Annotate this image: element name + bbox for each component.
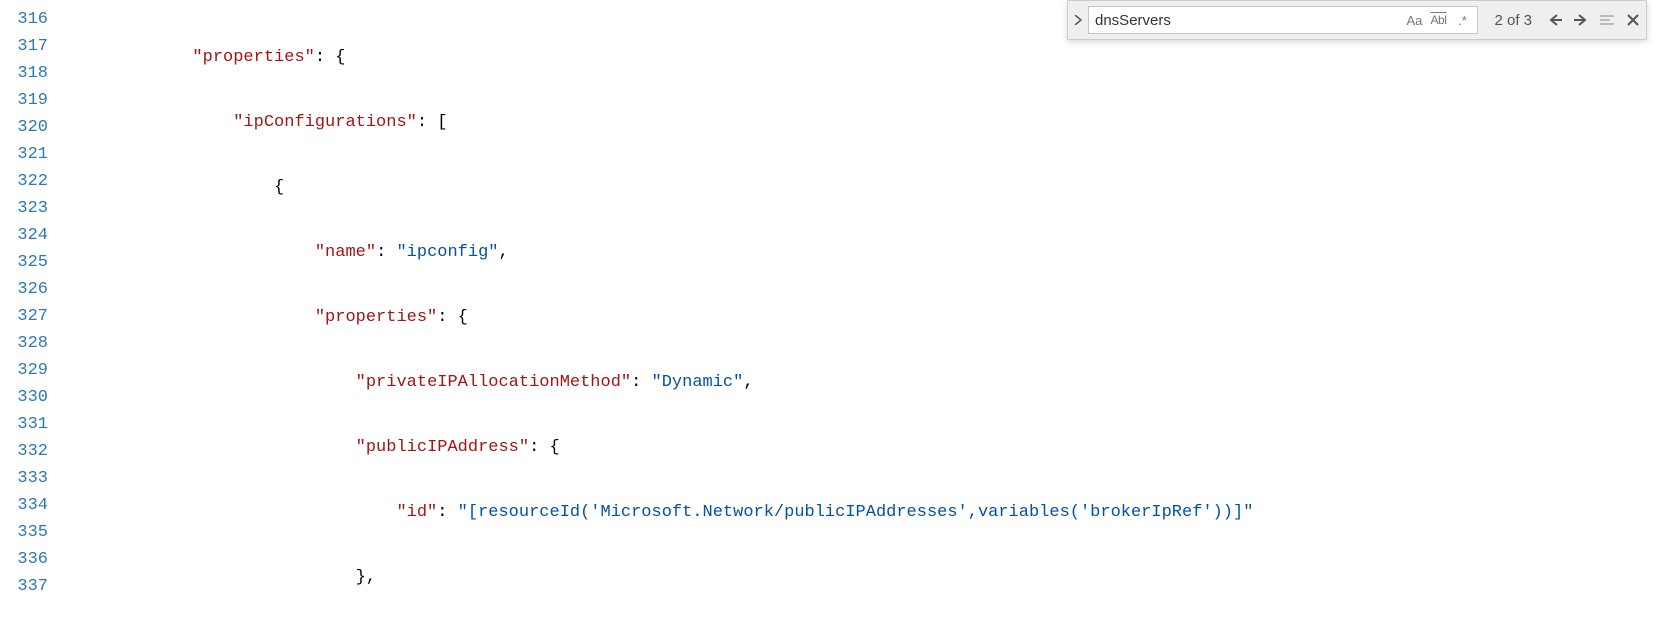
match-case-toggle[interactable]: Aa (1403, 9, 1425, 31)
previous-match-button[interactable] (1542, 7, 1568, 33)
code-line: { (70, 174, 1661, 201)
line-number: 320 (0, 114, 48, 141)
whole-word-toggle[interactable]: Abl (1427, 9, 1449, 31)
line-number: 331 (0, 411, 48, 438)
find-widget: Aa Abl .* 2 of 3 (1067, 0, 1647, 40)
code-line: "name": "ipconfig", (70, 239, 1661, 266)
code-line: "properties": { (70, 44, 1661, 71)
line-number: 335 (0, 519, 48, 546)
code-line: "publicIPAddress": { (70, 434, 1661, 461)
next-match-button[interactable] (1568, 7, 1594, 33)
json-key: "name" (315, 243, 376, 262)
json-key: "id" (396, 503, 437, 522)
line-number: 329 (0, 357, 48, 384)
chevron-right-icon (1073, 15, 1083, 25)
code-line: "id": "[resourceId('Microsoft.Network/pu… (70, 499, 1661, 526)
find-in-selection-button[interactable] (1594, 7, 1620, 33)
toggle-replace-button[interactable] (1068, 1, 1088, 39)
code-line: "subnet": { (70, 629, 1661, 634)
json-key: "ipConfigurations" (233, 113, 417, 132)
line-number: 327 (0, 303, 48, 330)
line-number: 325 (0, 249, 48, 276)
line-number: 319 (0, 87, 48, 114)
code-editor[interactable]: 316 317 318 319 320 321 322 323 324 325 … (0, 0, 1661, 634)
selection-icon (1599, 13, 1615, 27)
line-number-gutter: 316 317 318 319 320 321 322 323 324 325 … (0, 0, 60, 634)
match-count: 2 of 3 (1484, 12, 1542, 29)
line-number: 318 (0, 60, 48, 87)
search-input-wrap: Aa Abl .* (1088, 6, 1478, 34)
json-key: "properties" (315, 308, 437, 327)
line-number: 316 (0, 6, 48, 33)
line-number: 337 (0, 573, 48, 600)
line-number: 326 (0, 276, 48, 303)
code-line: "properties": { (70, 304, 1661, 331)
line-number: 324 (0, 222, 48, 249)
line-number: 334 (0, 492, 48, 519)
json-string: "ipconfig" (396, 243, 498, 262)
arrow-left-icon (1547, 13, 1563, 27)
line-number: 330 (0, 384, 48, 411)
json-string: "[resourceId('Microsoft.Network/publicIP… (458, 503, 1254, 522)
code-line: "ipConfigurations": [ (70, 109, 1661, 136)
arrow-right-icon (1573, 13, 1589, 27)
line-number: 322 (0, 168, 48, 195)
close-icon (1626, 13, 1640, 27)
line-number: 321 (0, 141, 48, 168)
line-number: 333 (0, 465, 48, 492)
search-input[interactable] (1095, 12, 1401, 29)
json-key: "privateIPAllocationMethod" (356, 373, 631, 392)
code-line: "privateIPAllocationMethod": "Dynamic", (70, 369, 1661, 396)
json-string: "Dynamic" (652, 373, 744, 392)
line-number: 328 (0, 330, 48, 357)
line-number: 336 (0, 546, 48, 573)
line-number: 323 (0, 195, 48, 222)
code-content[interactable]: "properties": { "ipConfigurations": [ { … (60, 0, 1661, 634)
line-number: 332 (0, 438, 48, 465)
json-key: "publicIPAddress" (356, 438, 529, 457)
code-line: }, (70, 564, 1661, 591)
json-key: "properties" (192, 48, 314, 67)
close-find-button[interactable] (1620, 7, 1646, 33)
line-number: 317 (0, 33, 48, 60)
regex-toggle[interactable]: .* (1451, 9, 1473, 31)
